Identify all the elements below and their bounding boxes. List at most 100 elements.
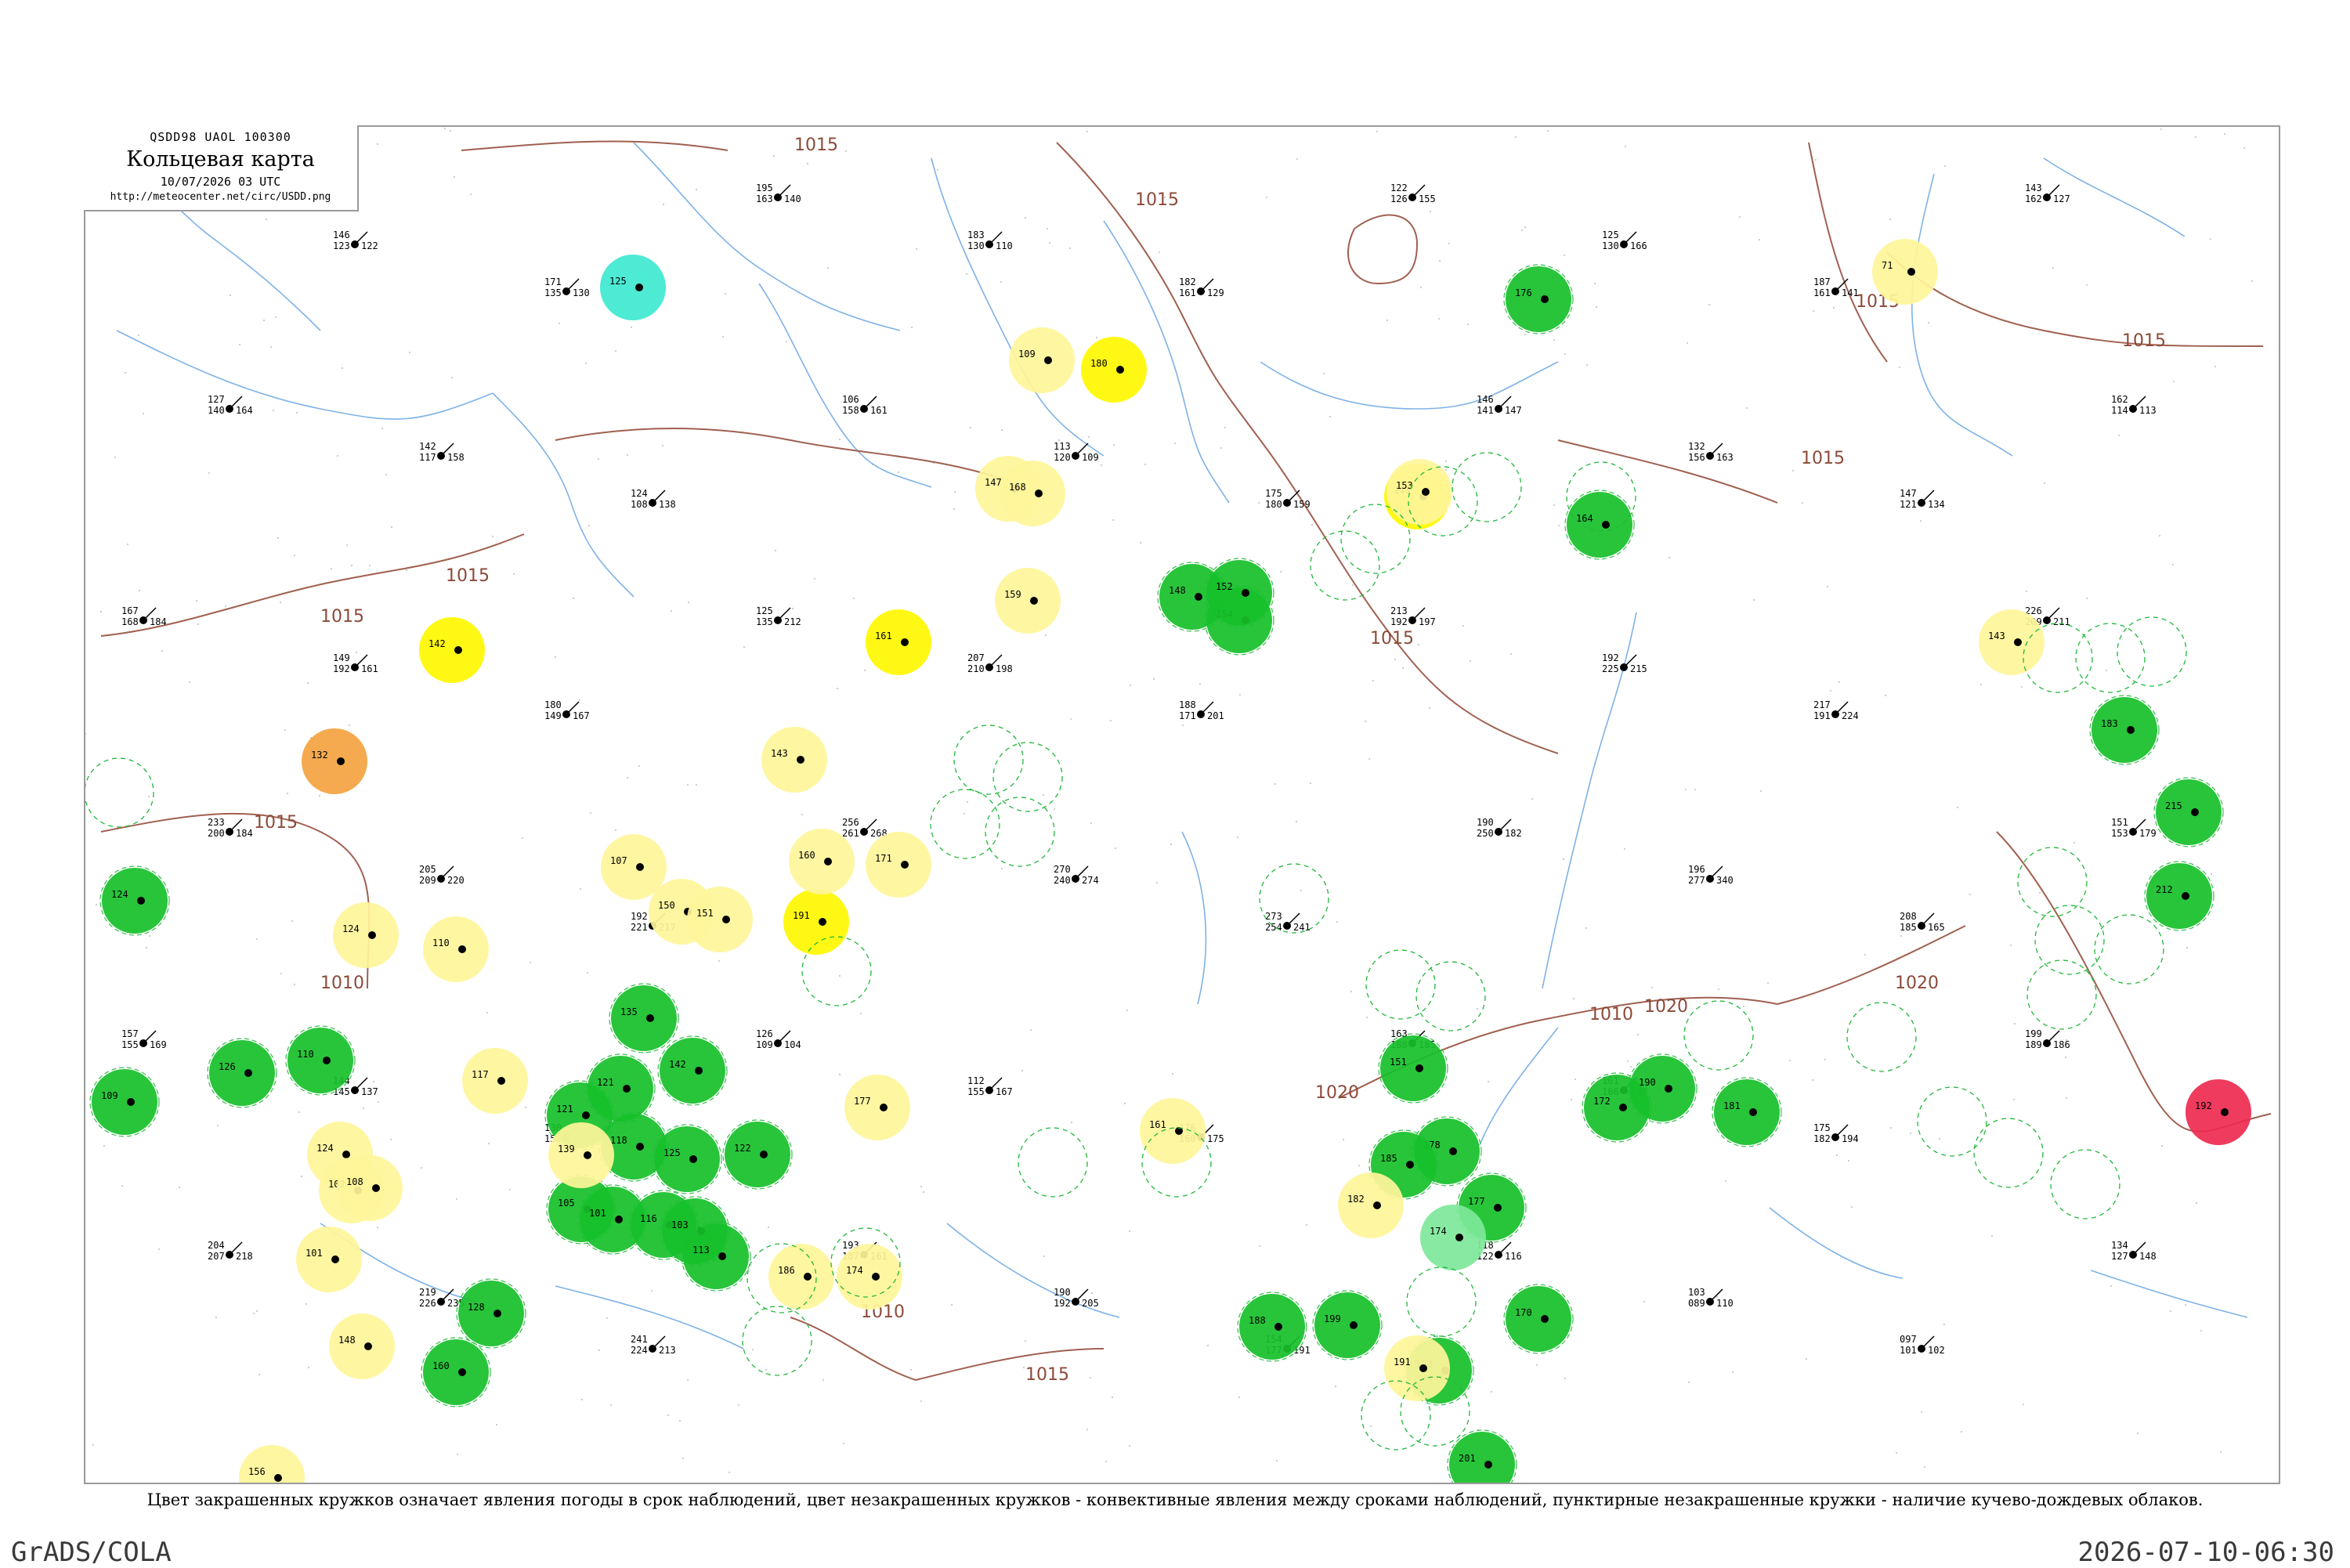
- station-plot: 124108 138: [631, 488, 676, 510]
- weather-circle-pale-yellow: 174: [837, 1244, 902, 1310]
- station-plot: 171135 130: [544, 276, 590, 298]
- circle-label: 103: [671, 1219, 689, 1230]
- station-temperature: 103: [1688, 1287, 1705, 1298]
- station-dewpoint: 162: [2025, 193, 2042, 204]
- weather-circle-cyan: 125: [600, 255, 666, 320]
- station-temperature: 182: [1179, 276, 1196, 287]
- station-temperature: 132: [1688, 441, 1705, 452]
- circle-label: 71: [1882, 260, 1893, 271]
- weather-circle-green: 199: [1312, 1290, 1383, 1360]
- circle-label: 110: [432, 938, 450, 948]
- weather-circle-green: 125: [652, 1124, 722, 1194]
- station-temperature: 190: [1054, 1287, 1071, 1298]
- station-plot: 167168 184: [121, 605, 167, 627]
- station-pressure: 179: [2139, 828, 2157, 839]
- station-pressure: 110: [996, 240, 1013, 251]
- station-pressure: 159: [1293, 499, 1311, 510]
- station-temperature: 151: [2111, 817, 2128, 828]
- station-pressure: 224: [1842, 710, 1859, 721]
- station-temperature: 188: [1179, 699, 1196, 710]
- circle-label: 151: [1390, 1057, 1407, 1068]
- station-temperature: 113: [1054, 441, 1071, 452]
- station-pressure: 241: [1293, 922, 1311, 933]
- circle-label: 186: [778, 1265, 795, 1276]
- station-temperature: 208: [1900, 911, 1917, 922]
- isobars: [100, 140, 2272, 1381]
- station-temperature: 175: [1265, 488, 1282, 499]
- weather-circle-pale-yellow: 171: [866, 832, 931, 898]
- station-plot: 273254 241: [1265, 911, 1311, 933]
- circle-label: 191: [793, 910, 810, 921]
- circle-label: 177: [854, 1096, 871, 1107]
- station-pressure: 129: [1207, 287, 1224, 298]
- circle-label: 161: [1149, 1119, 1166, 1130]
- circle-label: 125: [609, 276, 627, 287]
- weather-circle-green: 126: [207, 1038, 277, 1108]
- station-dewpoint: 123: [333, 240, 350, 251]
- station-plot: 142117 158: [419, 441, 465, 463]
- isobar-label: 1015: [794, 135, 838, 155]
- station-temperature: 112: [967, 1075, 985, 1086]
- station-temperature: 241: [631, 1334, 648, 1345]
- station-dewpoint: 207: [208, 1251, 225, 1262]
- station-dewpoint: 158: [842, 405, 859, 416]
- station-plot: 112155 167: [967, 1075, 1013, 1097]
- cb-ring: [1683, 1000, 1754, 1071]
- circle-label: 159: [1004, 589, 1021, 600]
- weather-circle-green: 110: [285, 1025, 356, 1096]
- station-plot: 270240 274: [1054, 864, 1099, 886]
- circle-label: 124: [342, 923, 360, 934]
- station-plot: 183130 110: [967, 229, 1013, 251]
- station-dewpoint: 224: [631, 1345, 648, 1356]
- station-temperature: 146: [1477, 394, 1494, 405]
- station-pressure: 165: [1928, 922, 1945, 933]
- station-dewpoint: 226: [419, 1298, 436, 1309]
- station-temperature: 162: [2111, 394, 2128, 405]
- station-pressure: 215: [1630, 663, 1647, 674]
- isobar-label: 1015: [1801, 449, 1845, 468]
- station-dewpoint: 155: [967, 1086, 985, 1097]
- circle-label: 153: [1396, 480, 1413, 491]
- station-temperature: 106: [842, 394, 859, 405]
- weather-circle-green: 109: [89, 1067, 160, 1137]
- circle-label: 109: [101, 1090, 118, 1101]
- weather-circle-pale-yellow: 143: [1979, 609, 2044, 675]
- weather-circle-pale-yellow: 186: [768, 1244, 834, 1310]
- weather-circle-red: 192: [2186, 1079, 2251, 1145]
- isobar-label: 1015: [1025, 1365, 1069, 1385]
- circle-label: 122: [734, 1143, 751, 1154]
- circle-label: 135: [620, 1006, 638, 1017]
- station-dewpoint: 180: [1265, 499, 1282, 510]
- circle-label: 124: [111, 889, 128, 900]
- circle-label: 161: [875, 630, 892, 641]
- circle-label: 126: [219, 1061, 236, 1072]
- circle-label: 171: [875, 853, 892, 864]
- cb-ring: [1406, 1266, 1477, 1337]
- station-plot: 187161 141: [1813, 276, 1859, 298]
- station-dewpoint: 261: [842, 828, 859, 839]
- station-dewpoint: 191: [1813, 710, 1831, 721]
- observation-datetime: 10/07/2026 03 UTC: [160, 175, 281, 189]
- station-temperature: 146: [333, 229, 350, 240]
- isobar-line: [915, 1348, 1104, 1381]
- station-dewpoint: 114: [2111, 405, 2128, 416]
- weather-circle-orange: 132: [302, 728, 367, 794]
- station-pressure: 130: [573, 287, 590, 298]
- weather-circle-green: 181: [1712, 1077, 1782, 1147]
- map-title-box: QSDD98 UAOL 100300 Кольцевая карта 10/07…: [84, 125, 359, 211]
- map-canvas: 1015101510151015101510151015101510201020…: [85, 127, 2272, 1483]
- station-dewpoint: 240: [1054, 875, 1071, 886]
- circle-label: 132: [311, 750, 328, 761]
- grid-dots: [85, 127, 2254, 1474]
- circle-label: 180: [1090, 358, 1108, 369]
- circle-label: 110: [297, 1049, 314, 1060]
- station-dewpoint: 168: [121, 616, 139, 627]
- station-dewpoint: 117: [419, 452, 436, 463]
- river-line: [1479, 1027, 1559, 1146]
- station-plot: 157155 169: [121, 1028, 167, 1050]
- source-url[interactable]: http://meteocenter.net/circ/USDD.png: [84, 191, 357, 203]
- circle-label: 117: [472, 1069, 489, 1080]
- station-pressure: 141: [1842, 287, 1859, 298]
- weather-circle-green: 124: [99, 865, 170, 936]
- station-temperature: 147: [1900, 488, 1917, 499]
